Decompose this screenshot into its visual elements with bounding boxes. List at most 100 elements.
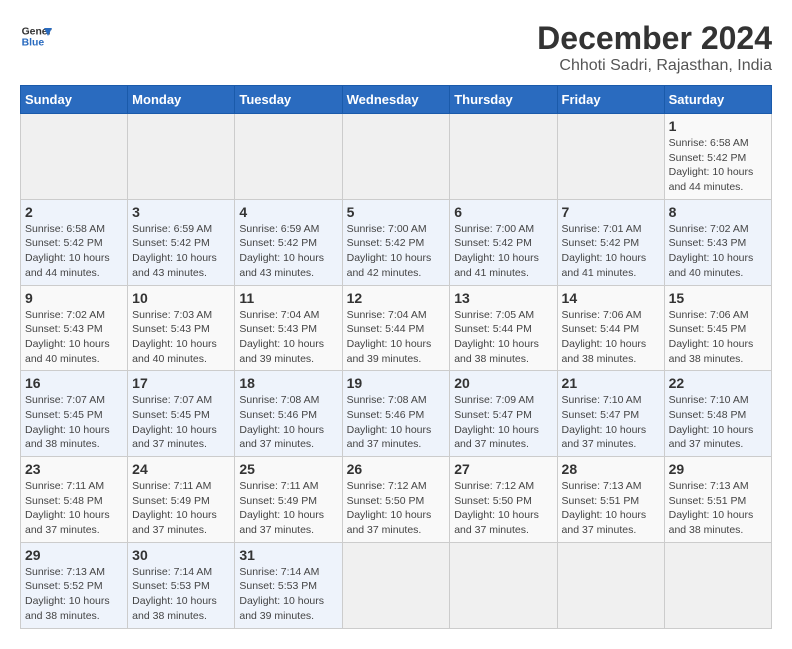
- day-number: 8: [669, 204, 767, 220]
- day-number: 25: [239, 461, 337, 477]
- day-info: Sunrise: 7:04 AMSunset: 5:44 PMDaylight:…: [347, 308, 446, 367]
- day-number: 27: [454, 461, 552, 477]
- day-info: Sunrise: 7:13 AMSunset: 5:52 PMDaylight:…: [25, 565, 123, 624]
- table-row: 28Sunrise: 7:13 AMSunset: 5:51 PMDayligh…: [557, 457, 664, 543]
- day-number: 24: [132, 461, 230, 477]
- day-number: 14: [562, 290, 660, 306]
- day-number: 10: [132, 290, 230, 306]
- day-info: Sunrise: 7:08 AMSunset: 5:46 PMDaylight:…: [239, 393, 337, 452]
- table-row: 11Sunrise: 7:04 AMSunset: 5:43 PMDayligh…: [235, 285, 342, 371]
- day-number: 20: [454, 375, 552, 391]
- day-number: 19: [347, 375, 446, 391]
- table-row: 10 Sunrise: 7:03 AMSunset: 5:43 PMDayligh…: [128, 285, 235, 371]
- day-info: Sunrise: 7:07 AMSunset: 5:45 PMDaylight:…: [25, 393, 123, 452]
- day-number: 30: [132, 547, 230, 563]
- table-row: 9Sunrise: 7:02 AMSunset: 5:43 PMDaylight…: [21, 285, 128, 371]
- table-row: [664, 542, 771, 628]
- day-info: Sunrise: 7:01 AMSunset: 5:42 PMDaylight:…: [562, 222, 660, 281]
- table-row: [342, 114, 450, 200]
- table-row: 13 Sunrise: 7:05 AMSunset: 5:44 PMDayligh…: [450, 285, 557, 371]
- table-row: 2Sunrise: 6:58 AMSunset: 5:42 PMDaylight…: [21, 199, 128, 285]
- calendar-week-2: 2Sunrise: 6:58 AMSunset: 5:42 PMDaylight…: [21, 199, 772, 285]
- table-row: 3 Sunrise: 6:59 AMSunset: 5:42 PMDaylight…: [128, 199, 235, 285]
- day-number: 1: [669, 118, 767, 134]
- day-info: Sunrise: 7:06 AMSunset: 5:45 PMDaylight:…: [669, 308, 767, 367]
- day-number: 23: [25, 461, 123, 477]
- table-row: [450, 114, 557, 200]
- day-info: Sunrise: 7:08 AMSunset: 5:46 PMDaylight:…: [347, 393, 446, 452]
- logo: General Blue: [20, 20, 52, 52]
- day-number: 7: [562, 204, 660, 220]
- logo-icon: General Blue: [20, 20, 52, 52]
- table-row: [342, 542, 450, 628]
- day-info: Sunrise: 7:14 AMSunset: 5:53 PMDaylight:…: [132, 565, 230, 624]
- table-row: 31 Sunrise: 7:14 AMSunset: 5:53 PMDayligh…: [235, 542, 342, 628]
- day-number: 3: [132, 204, 230, 220]
- calendar-header-row: Sunday Monday Tuesday Wednesday Thursday…: [21, 86, 772, 114]
- day-number: 28: [562, 461, 660, 477]
- day-info: Sunrise: 6:58 AMSunset: 5:42 PMDaylight:…: [25, 222, 123, 281]
- calendar-week-6: 29 Sunrise: 7:13 AMSunset: 5:52 PMDayligh…: [21, 542, 772, 628]
- location-subtitle: Chhoti Sadri, Rajasthan, India: [537, 57, 772, 75]
- day-number: 12: [347, 290, 446, 306]
- col-tuesday: Tuesday: [235, 86, 342, 114]
- day-number: 29: [25, 547, 123, 563]
- day-info: Sunrise: 7:14 AMSunset: 5:53 PMDaylight:…: [239, 565, 337, 624]
- table-row: [557, 542, 664, 628]
- col-friday: Friday: [557, 86, 664, 114]
- day-number: 16: [25, 375, 123, 391]
- month-title: December 2024: [537, 20, 772, 57]
- day-info: Sunrise: 7:11 AMSunset: 5:49 PMDaylight:…: [132, 479, 230, 538]
- day-info: Sunrise: 7:02 AMSunset: 5:43 PMDaylight:…: [669, 222, 767, 281]
- day-number: 31: [239, 547, 337, 563]
- table-row: 4Sunrise: 6:59 AMSunset: 5:42 PMDaylight…: [235, 199, 342, 285]
- table-row: 8 Sunrise: 7:02 AMSunset: 5:43 PMDaylight…: [664, 199, 771, 285]
- col-sunday: Sunday: [21, 86, 128, 114]
- table-row: 6 Sunrise: 7:00 AMSunset: 5:42 PMDaylight…: [450, 199, 557, 285]
- table-row: 12 Sunrise: 7:04 AMSunset: 5:44 PMDayligh…: [342, 285, 450, 371]
- table-row: 24 Sunrise: 7:11 AMSunset: 5:49 PMDayligh…: [128, 457, 235, 543]
- table-row: 29 Sunrise: 7:13 AMSunset: 5:52 PMDayligh…: [21, 542, 128, 628]
- table-row: 15Sunrise: 7:06 AMSunset: 5:45 PMDayligh…: [664, 285, 771, 371]
- col-monday: Monday: [128, 86, 235, 114]
- day-number: 29: [669, 461, 767, 477]
- table-row: 29 Sunrise: 7:13 AMSunset: 5:51 PMDayligh…: [664, 457, 771, 543]
- table-row: 14 Sunrise: 7:06 AMSunset: 5:44 PMDayligh…: [557, 285, 664, 371]
- day-number: 6: [454, 204, 552, 220]
- table-row: [557, 114, 664, 200]
- table-row: 18Sunrise: 7:08 AMSunset: 5:46 PMDayligh…: [235, 371, 342, 457]
- table-row: 26Sunrise: 7:12 AMSunset: 5:50 PMDayligh…: [342, 457, 450, 543]
- svg-text:Blue: Blue: [22, 38, 45, 49]
- calendar-week-4: 16 Sunrise: 7:07 AMSunset: 5:45 PMDayligh…: [21, 371, 772, 457]
- day-info: Sunrise: 7:03 AMSunset: 5:43 PMDaylight:…: [132, 308, 230, 367]
- day-number: 17: [132, 375, 230, 391]
- table-row: 21Sunrise: 7:10 AMSunset: 5:47 PMDayligh…: [557, 371, 664, 457]
- table-row: 30 Sunrise: 7:14 AMSunset: 5:53 PMDayligh…: [128, 542, 235, 628]
- table-row: 7 Sunrise: 7:01 AMSunset: 5:42 PMDaylight…: [557, 199, 664, 285]
- day-number: 5: [347, 204, 446, 220]
- col-wednesday: Wednesday: [342, 86, 450, 114]
- day-info: Sunrise: 7:10 AMSunset: 5:48 PMDaylight:…: [669, 393, 767, 452]
- day-info: Sunrise: 7:02 AMSunset: 5:43 PMDaylight:…: [25, 308, 123, 367]
- day-info: Sunrise: 6:59 AMSunset: 5:42 PMDaylight:…: [239, 222, 337, 281]
- day-info: Sunrise: 7:11 AMSunset: 5:49 PMDaylight:…: [239, 479, 337, 538]
- table-row: 5Sunrise: 7:00 AMSunset: 5:42 PMDaylight…: [342, 199, 450, 285]
- day-info: Sunrise: 7:13 AMSunset: 5:51 PMDaylight:…: [669, 479, 767, 538]
- table-row: [128, 114, 235, 200]
- table-row: 19 Sunrise: 7:08 AMSunset: 5:46 PMDayligh…: [342, 371, 450, 457]
- day-info: Sunrise: 6:58 AMSunset: 5:42 PMDaylight:…: [669, 136, 767, 195]
- table-row: 16 Sunrise: 7:07 AMSunset: 5:45 PMDayligh…: [21, 371, 128, 457]
- day-info: Sunrise: 7:05 AMSunset: 5:44 PMDaylight:…: [454, 308, 552, 367]
- day-info: Sunrise: 7:11 AMSunset: 5:48 PMDaylight:…: [25, 479, 123, 538]
- day-number: 26: [347, 461, 446, 477]
- page-header: General Blue December 2024 Chhoti Sadri,…: [20, 20, 772, 75]
- col-saturday: Saturday: [664, 86, 771, 114]
- title-block: December 2024 Chhoti Sadri, Rajasthan, I…: [537, 20, 772, 75]
- day-number: 11: [239, 290, 337, 306]
- day-info: Sunrise: 7:00 AMSunset: 5:42 PMDaylight:…: [454, 222, 552, 281]
- day-info: Sunrise: 6:59 AMSunset: 5:42 PMDaylight:…: [132, 222, 230, 281]
- day-number: 13: [454, 290, 552, 306]
- day-info: Sunrise: 7:06 AMSunset: 5:44 PMDaylight:…: [562, 308, 660, 367]
- table-row: 25 Sunrise: 7:11 AMSunset: 5:49 PMDayligh…: [235, 457, 342, 543]
- table-row: 17Sunrise: 7:07 AMSunset: 5:45 PMDayligh…: [128, 371, 235, 457]
